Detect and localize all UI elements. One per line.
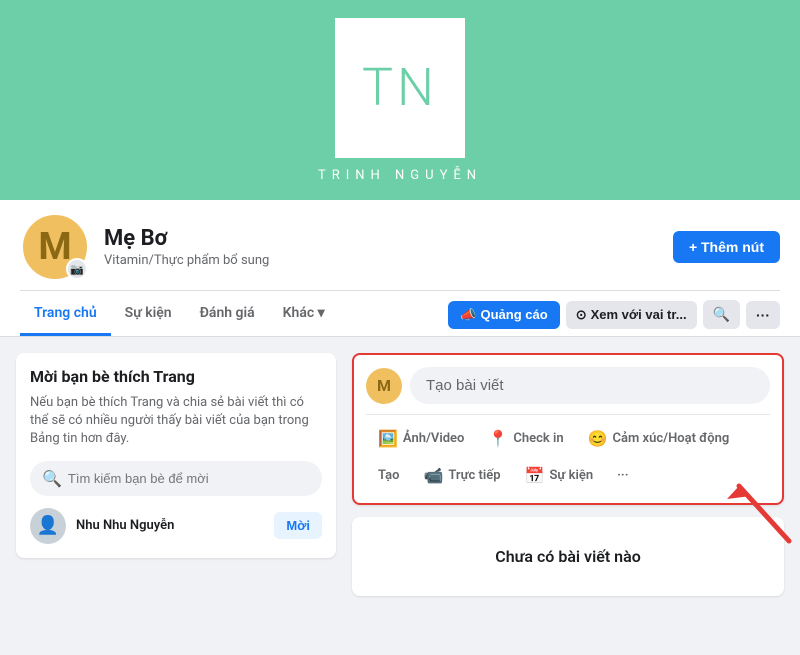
invite-title: Mời bạn bè thích Trang — [30, 367, 322, 386]
nav-tabs: Trang chủ Sự kiện Đánh giá Khác ▾ 📣 Quản… — [20, 290, 780, 336]
post-more-actions: Tạo 📹 Trực tiếp 📅 Sự kiện ··· — [366, 460, 770, 491]
xem-voi-button[interactable]: ⊙ Xem với vai tr... — [566, 301, 697, 329]
tn-logo: TN — [335, 18, 465, 158]
avatar-wrapper: M 📷 — [20, 212, 90, 282]
left-sidebar: Mời bạn bè thích Trang Nếu bạn bè thích … — [16, 353, 336, 596]
photo-video-action[interactable]: 🖼️ Ảnh/Video — [366, 423, 476, 454]
invite-card: Mời bạn bè thích Trang Nếu bạn bè thích … — [16, 353, 336, 558]
profile-section: M 📷 Mẹ Bơ Vitamin/Thực phẩm bổ sung + Th… — [0, 200, 800, 337]
friend-avatar: 👤 — [30, 508, 66, 544]
invite-desc: Nếu bạn bè thích Trang và chia sẻ bài vi… — [30, 394, 322, 449]
add-button[interactable]: + Thêm nút — [673, 231, 780, 263]
create-action[interactable]: Tạo — [366, 462, 411, 489]
search-friends-container: 🔍 — [30, 461, 322, 496]
check-in-action[interactable]: 📍 Check in — [476, 423, 575, 454]
emoji-icon: 😊 — [588, 429, 608, 448]
post-actions: 🖼️ Ảnh/Video 📍 Check in 😊 Cảm xúc/Hoạt đ… — [366, 414, 770, 454]
tab-su-kien[interactable]: Sự kiện — [111, 293, 186, 336]
post-creator: M Tạo bài viết 🖼️ Ảnh/Video 📍 Check in 😊 — [352, 353, 784, 505]
event-action[interactable]: 📅 Sự kiện — [513, 460, 606, 491]
post-creator-top: M Tạo bài viết — [366, 367, 770, 404]
quang-cao-button[interactable]: 📣 Quảng cáo — [448, 301, 559, 329]
nav-actions: 📣 Quảng cáo ⊙ Xem với vai tr... 🔍 ··· — [448, 300, 780, 329]
live-icon: 📹 — [423, 466, 443, 485]
mini-avatar: M — [366, 368, 402, 404]
photo-icon: 🖼️ — [378, 429, 398, 448]
page-name: Mẹ Bơ — [104, 226, 659, 251]
live-action[interactable]: 📹 Trực tiếp — [411, 460, 512, 491]
friend-item: 👤 Nhu Nhu Nguyễn Mời — [30, 508, 322, 544]
search-friends-input[interactable] — [68, 471, 310, 486]
main-content: Mời bạn bè thích Trang Nếu bạn bè thích … — [0, 337, 800, 612]
no-posts-text: Chưa có bài viết nào — [382, 547, 754, 566]
friend-name: Nhu Nhu Nguyễn — [76, 518, 264, 533]
more-create-action[interactable]: ··· — [605, 462, 640, 489]
no-posts-card: Chưa có bài viết nào — [352, 517, 784, 596]
invite-friend-button[interactable]: Mời — [274, 512, 322, 539]
camera-icon[interactable]: 📷 — [66, 258, 88, 280]
cover-photo: TN TRINH NGUYỄN — [0, 0, 800, 200]
search-icon: 🔍 — [42, 469, 62, 488]
tn-name: TRINH NGUYỄN — [318, 168, 482, 183]
post-creator-wrapper: M Tạo bài viết 🖼️ Ảnh/Video 📍 Check in 😊 — [352, 353, 784, 505]
right-content: M Tạo bài viết 🖼️ Ảnh/Video 📍 Check in 😊 — [352, 353, 784, 596]
tn-letters: TN — [362, 62, 438, 114]
profile-info: Mẹ Bơ Vitamin/Thực phẩm bổ sung — [104, 226, 659, 268]
search-button[interactable]: 🔍 — [703, 300, 740, 329]
tab-danh-gia[interactable]: Đánh giá — [186, 293, 269, 336]
location-icon: 📍 — [488, 429, 508, 448]
create-post-button[interactable]: Tạo bài viết — [410, 367, 770, 404]
event-icon: 📅 — [525, 466, 545, 485]
tab-trang-chu[interactable]: Trang chủ — [20, 293, 111, 336]
tab-khac[interactable]: Khác ▾ — [269, 293, 339, 336]
create-label: Tạo — [378, 468, 399, 483]
emotion-action[interactable]: 😊 Cảm xúc/Hoạt động — [576, 423, 742, 454]
page-category: Vitamin/Thực phẩm bổ sung — [104, 253, 659, 268]
more-button[interactable]: ··· — [746, 301, 780, 329]
